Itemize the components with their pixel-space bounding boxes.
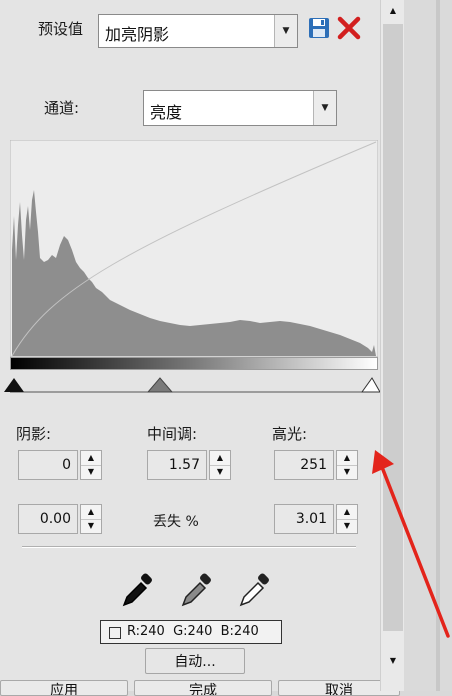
eyedropper-gray-icon[interactable] [178, 572, 216, 610]
levels-panel: 预设值 加亮阴影 ▼ 通道: 亮度 ▼ 阴影: 中间调: 高光: 0 ▲ ▼ 1… [0, 0, 400, 696]
preset-value: 加亮阴影 [105, 25, 170, 44]
shadow-label: 阴影: [16, 425, 52, 443]
chevron-down-icon[interactable]: ▼ [81, 465, 101, 479]
save-icon[interactable] [308, 17, 330, 39]
highlight-stepper[interactable]: 251 ▲ ▼ [274, 450, 358, 480]
color-swatch [109, 627, 121, 639]
midtone-stepper[interactable]: 1.57 ▲ ▼ [147, 450, 231, 480]
chevron-down-icon[interactable]: ▼ [81, 519, 101, 533]
color-readout: R:240 G:240 B:240 [100, 620, 282, 644]
chevron-up-icon[interactable]: ▲ [210, 451, 230, 466]
chevron-down-icon[interactable]: ▼ [337, 465, 357, 479]
eyedropper-black-icon[interactable] [119, 572, 157, 610]
chevron-up-icon[interactable]: ▲ [337, 451, 357, 466]
shadow-stepper[interactable]: 0 ▲ ▼ [18, 450, 102, 480]
auto-button[interactable]: 自动... [145, 648, 245, 674]
chevron-down-icon[interactable]: ▼ [274, 15, 297, 47]
highlight-clip-input[interactable]: 3.01 [274, 504, 334, 534]
highlight-slider [361, 377, 380, 393]
gradient-bar [10, 357, 378, 370]
ok-button[interactable]: 完成 [134, 680, 272, 696]
chevron-down-icon[interactable]: ▼ [210, 465, 230, 479]
channel-value: 亮度 [150, 103, 183, 122]
clip-percent-label: 丢失 % [153, 514, 199, 530]
chevron-down-icon[interactable]: ▼ [337, 519, 357, 533]
eyedropper-white-icon[interactable] [236, 572, 274, 610]
midtone-slider [146, 377, 174, 393]
annotation-arrow-icon [372, 450, 450, 638]
color-values: R:240 G:240 B:240 [127, 624, 259, 639]
shadow-clip-stepper[interactable]: 0.00 ▲ ▼ [18, 504, 102, 534]
highlight-input[interactable]: 251 [274, 450, 334, 480]
histogram [10, 140, 378, 357]
midtone-label: 中间调: [147, 425, 198, 443]
shadow-slider [4, 378, 24, 392]
highlight-label: 高光: [272, 425, 308, 443]
channel-label: 通道: [44, 99, 80, 117]
midtone-input[interactable]: 1.57 [147, 450, 207, 480]
chevron-up-icon[interactable]: ▲ [81, 451, 101, 466]
shadow-clip-input[interactable]: 0.00 [18, 504, 78, 534]
scroll-up-icon[interactable]: ▲ [381, 6, 405, 15]
level-sliders[interactable] [0, 376, 380, 394]
shadow-input[interactable]: 0 [18, 450, 78, 480]
chevron-down-icon[interactable]: ▼ [313, 91, 336, 125]
highlight-clip-stepper[interactable]: 3.01 ▲ ▼ [274, 504, 358, 534]
separator [22, 546, 356, 548]
chevron-up-icon[interactable]: ▲ [81, 505, 101, 520]
apply-button[interactable]: 应用 [0, 680, 128, 696]
preset-dropdown[interactable]: 加亮阴影 ▼ [98, 14, 298, 48]
preset-label: 预设值 [38, 20, 84, 38]
close-icon[interactable] [337, 16, 361, 40]
scroll-down-icon[interactable]: ▼ [381, 656, 405, 665]
channel-dropdown[interactable]: 亮度 ▼ [143, 90, 337, 126]
chevron-up-icon[interactable]: ▲ [337, 505, 357, 520]
